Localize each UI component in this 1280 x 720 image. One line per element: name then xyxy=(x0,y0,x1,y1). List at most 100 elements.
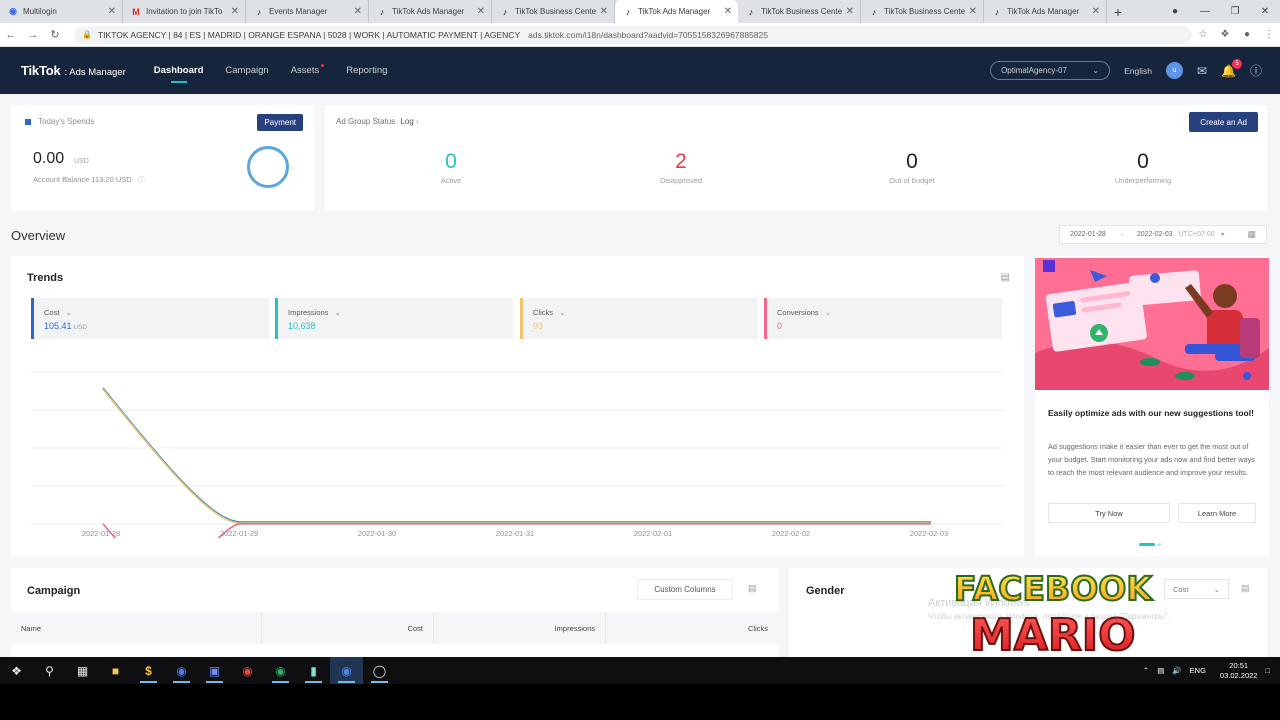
file-explorer-icon[interactable]: ■ xyxy=(99,657,132,684)
address-bar[interactable]: 🔒 TIKTOK AGENCY | 84 | ES | MADRID | ORA… xyxy=(74,25,1192,44)
date-range-picker[interactable]: 2022-01-28 → 2022-02-03 UTC+07:00 ● ▦ xyxy=(1059,225,1267,244)
clock[interactable]: 20:51 03.02.2022 xyxy=(1220,661,1258,681)
browser-tab[interactable]: ♪ TikTok Business Center ✕ xyxy=(492,0,615,23)
browser-tab[interactable]: ♪ TikTok Ads Manager ✕ xyxy=(615,0,738,23)
tiktok-icon: ♪ xyxy=(994,6,1000,17)
browser-tab[interactable]: ◉ Multilogin ✕ xyxy=(0,0,123,23)
tiktok-logo[interactable]: TikTok : Ads Manager xyxy=(21,63,126,78)
notification-center-icon[interactable]: □ xyxy=(1265,666,1270,675)
help-icon[interactable]: ⓘ xyxy=(1250,62,1262,79)
multilogin-app-icon[interactable]: ◉ xyxy=(165,657,198,684)
back-arrow-icon[interactable]: ← xyxy=(0,29,22,41)
profile-dot-icon[interactable]: ● xyxy=(1160,6,1190,17)
avatar[interactable]: u xyxy=(1165,62,1183,79)
language-switch[interactable]: English xyxy=(1124,66,1152,76)
status-stat[interactable]: 0 Active xyxy=(391,150,511,185)
custom-columns-button[interactable]: Custom Columns xyxy=(637,579,733,600)
column-name[interactable]: Name xyxy=(11,612,262,644)
volume-icon[interactable]: 🔊 xyxy=(1172,666,1181,675)
nav-assets[interactable]: Assets xyxy=(291,47,325,94)
payment-button[interactable]: Payment xyxy=(257,114,303,131)
metric-card-cost[interactable]: Cost ⌄ 105.41 USD xyxy=(31,298,269,339)
export-icon[interactable]: ▤ xyxy=(748,583,757,594)
close-icon[interactable]: ✕ xyxy=(1092,6,1100,17)
windows-start-icon[interactable]: ❖ xyxy=(0,657,33,684)
metric-color-bar xyxy=(520,298,523,339)
nav-dashboard[interactable]: Dashboard xyxy=(154,47,203,94)
trends-card: Trends ▤ Cost ⌄ 105.41 USD Impressions ⌄ 10,… xyxy=(11,256,1024,557)
chrome-profile-icon[interactable]: ◉ xyxy=(264,657,297,684)
browser-tab[interactable]: ♪ TikTok Ads Manager ✕ xyxy=(369,0,492,23)
clear-icon[interactable]: ● xyxy=(1221,231,1225,238)
tab-title: TikTok Business Center xyxy=(515,7,596,16)
bell-icon[interactable]: 🔔 5 xyxy=(1221,58,1242,78)
extensions-puzzle-icon[interactable]: ❖ xyxy=(1214,29,1236,40)
nav-reporting[interactable]: Reporting xyxy=(346,47,387,94)
close-icon[interactable]: ✕ xyxy=(724,6,732,17)
obs-icon[interactable]: ◯ xyxy=(363,657,396,684)
restore-icon[interactable]: ❐ xyxy=(1220,6,1250,17)
chrome-icon[interactable]: ◉ xyxy=(231,657,264,684)
export-icon[interactable]: ▤ xyxy=(1001,272,1010,283)
browser-tab[interactable]: ♪ TikTok Ads Manager ✕ xyxy=(984,0,1107,23)
close-icon[interactable]: ✕ xyxy=(600,6,608,17)
search-icon[interactable]: ⚲ xyxy=(33,657,66,684)
bookmark-star-icon[interactable]: ☆ xyxy=(1192,29,1214,40)
close-icon[interactable]: ✕ xyxy=(108,6,116,17)
notes-app-icon[interactable]: ▮ xyxy=(297,657,330,684)
column-cost[interactable]: Cost xyxy=(262,612,434,644)
close-icon[interactable]: ✕ xyxy=(969,6,977,17)
metric-card-conversions[interactable]: Conversions ⌄ 0 xyxy=(764,298,1002,339)
close-icon[interactable]: ✕ xyxy=(477,6,485,17)
close-window-icon[interactable]: ✕ xyxy=(1250,6,1280,17)
info-icon[interactable]: ⓘ xyxy=(138,175,145,185)
metric-card-impressions[interactable]: Impressions ⌄ 10,638 xyxy=(275,298,513,339)
account-select[interactable]: OptimalAgency-07 ⌄ xyxy=(990,61,1111,80)
tab-title: TikTok Ads Manager xyxy=(392,7,465,16)
tray-chevron-icon[interactable]: ⌃ xyxy=(1143,666,1149,675)
minimize-icon[interactable]: — xyxy=(1190,6,1220,17)
network-icon[interactable]: ▤ xyxy=(1157,666,1164,675)
task-view-icon[interactable]: ▦ xyxy=(66,657,99,684)
dollar-app-icon[interactable]: $ xyxy=(132,657,165,684)
browser-app-icon[interactable]: ◉ xyxy=(330,657,363,684)
status-stat[interactable]: 0 Underperforming xyxy=(1083,150,1203,185)
browser-tab[interactable]: ♪ TikTok Business Cente ✕ xyxy=(738,0,861,23)
metric-value: 0 xyxy=(777,321,1002,331)
export-icon[interactable]: ▤ xyxy=(1241,583,1250,594)
browser-menu-icon[interactable]: ⋮ xyxy=(1258,29,1280,40)
column-impressions[interactable]: Impressions xyxy=(434,612,606,644)
reload-icon[interactable]: ↻ xyxy=(44,28,66,41)
column-clicks[interactable]: Clicks xyxy=(606,612,778,644)
close-icon[interactable]: ✕ xyxy=(354,6,362,17)
inbox-icon[interactable]: ✉ xyxy=(1197,64,1207,78)
language-indicator[interactable]: ENG xyxy=(1190,666,1206,675)
gmail-icon: M xyxy=(132,6,140,17)
network-app-icon[interactable]: ▣ xyxy=(198,657,231,684)
status-stat[interactable]: 0 Out of budget xyxy=(852,150,972,185)
forward-arrow-icon[interactable]: → xyxy=(22,29,44,41)
browser-tab[interactable]: ♪ TikTok Business Cente ✕ xyxy=(861,0,984,23)
create-ad-button[interactable]: Create an Ad xyxy=(1189,112,1258,132)
try-now-button[interactable]: Try Now xyxy=(1048,503,1170,523)
close-icon[interactable]: ✕ xyxy=(231,6,239,17)
status-stat[interactable]: 2 Disapproved xyxy=(621,150,741,185)
profile-icon[interactable]: ● xyxy=(1236,29,1258,40)
browser-tab[interactable]: ♪ Events Manager ✕ xyxy=(246,0,369,23)
log-link[interactable]: Log xyxy=(400,117,413,126)
series-line-impressions xyxy=(102,388,931,524)
gender-metric-select[interactable]: Cost ⌄ xyxy=(1164,579,1229,599)
new-tab-plus-icon[interactable]: + xyxy=(1107,0,1129,23)
metric-value: 10,638 xyxy=(288,321,513,331)
metric-card-clicks[interactable]: Clicks ⌄ 93 xyxy=(520,298,758,339)
carousel-dot[interactable] xyxy=(1158,543,1161,546)
chevron-down-icon: ⌄ xyxy=(1213,584,1220,594)
carousel-dot-active[interactable] xyxy=(1139,543,1155,546)
nav-campaign[interactable]: Campaign xyxy=(225,47,268,94)
learn-more-button[interactable]: Learn More xyxy=(1178,503,1256,523)
close-icon[interactable]: ✕ xyxy=(846,6,854,17)
browser-tab[interactable]: M Invitation to join TikTo ✕ xyxy=(123,0,246,23)
stat-label: Out of budget xyxy=(889,176,935,185)
tab-title: TikTok Ads Manager xyxy=(1007,7,1080,16)
tiktok-icon: ♪ xyxy=(379,6,385,17)
